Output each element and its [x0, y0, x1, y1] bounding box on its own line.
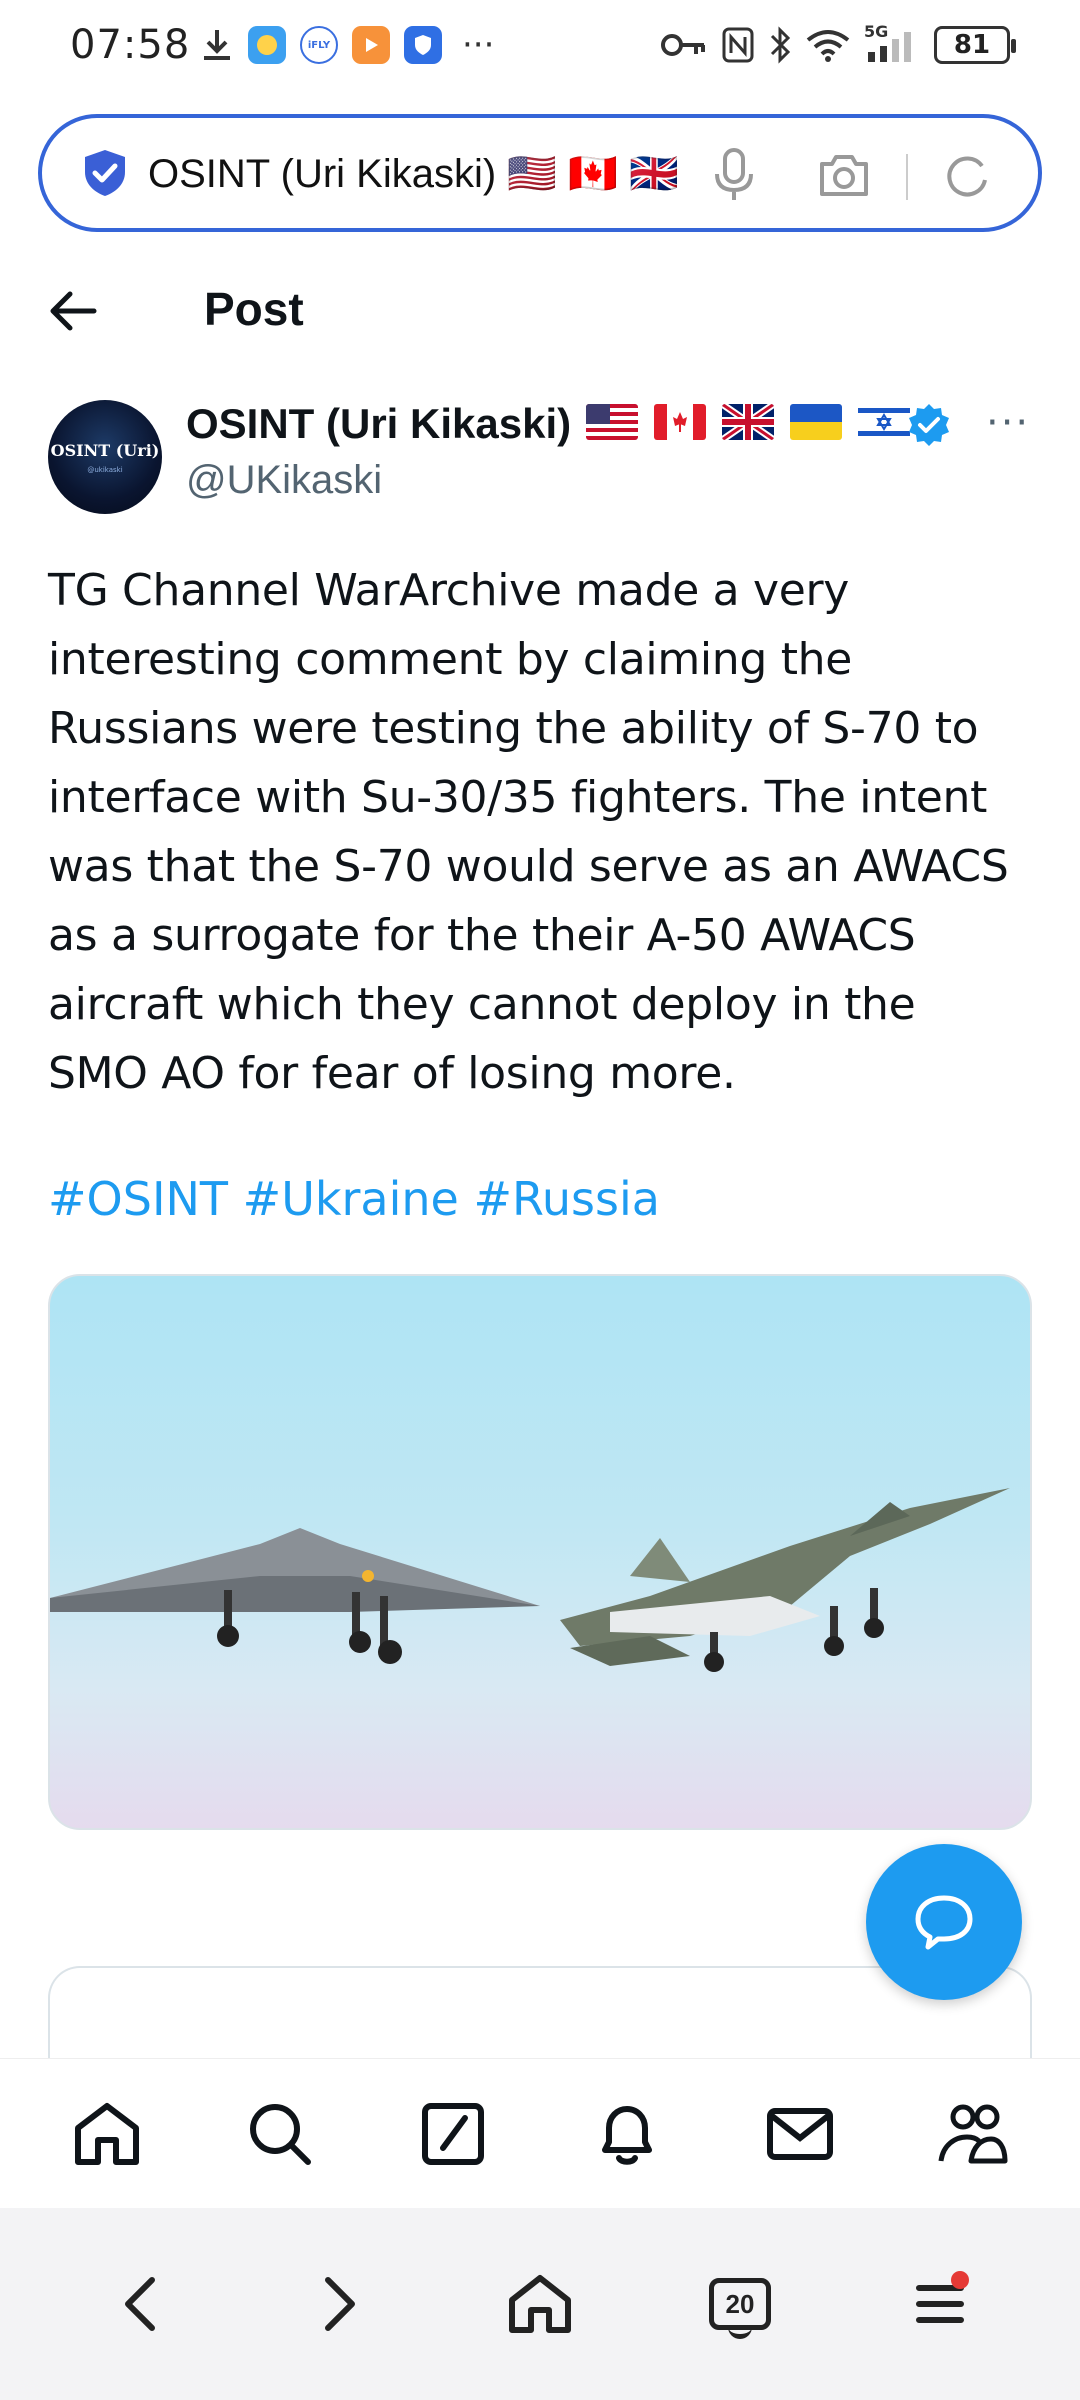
- browser-home-button[interactable]: [485, 2249, 595, 2359]
- tab-notifications[interactable]: [577, 2084, 677, 2184]
- tab-messages[interactable]: [750, 2084, 850, 2184]
- post-line: Russians were testing the ability of S-7…: [48, 703, 979, 754]
- search-icon: [249, 2103, 311, 2165]
- envelope-icon: [766, 2107, 833, 2160]
- avatar[interactable]: OSINT (Uri) @ukikaski: [48, 400, 162, 514]
- tab-grok[interactable]: [403, 2084, 503, 2184]
- wifi-icon: [806, 30, 850, 62]
- drone-silhouette: [50, 1528, 540, 1664]
- compose-reply-button[interactable]: [866, 1844, 1022, 2000]
- browser-tabs-button[interactable]: 20: [685, 2249, 795, 2359]
- verified-badge-icon: [909, 404, 949, 446]
- uk-flag-icon: [722, 404, 774, 440]
- weather-app-icon: [248, 26, 286, 64]
- status-time: 07:58: [70, 22, 191, 68]
- browser-forward-button[interactable]: [285, 2249, 395, 2359]
- address-text[interactable]: OSINT (Uri Kikaski) 🇺🇸 🇨🇦 🇬🇧: [148, 150, 728, 197]
- communities-icon: [938, 2104, 1008, 2163]
- post-image[interactable]: [48, 1274, 1032, 1830]
- bell-icon: [601, 2105, 652, 2165]
- fighter-jet-silhouette: [560, 1488, 1010, 1672]
- canada-flag-icon: [654, 404, 706, 440]
- chat-bubble-icon: [915, 1895, 973, 1950]
- play-app-icon: [352, 26, 390, 64]
- tab-search[interactable]: [230, 2084, 330, 2184]
- author-handle[interactable]: @UKikaski: [186, 458, 382, 503]
- post-line: interesting comment by claiming the: [48, 634, 853, 685]
- us-flag-icon: [586, 404, 638, 440]
- signal-bars-icon: [868, 32, 911, 62]
- post-line: SMO AO for fear of losing more.: [48, 1048, 736, 1099]
- post-line: interface with Su-30/35 fighters. The in…: [48, 772, 988, 823]
- avatar-sub-label: @ukikaski: [87, 465, 123, 474]
- camera-icon[interactable]: [818, 152, 870, 198]
- browser-menu-button[interactable]: [885, 2249, 995, 2359]
- chevron-left-icon: [125, 2277, 155, 2331]
- status-notification-icons: iFLY ···: [200, 26, 494, 64]
- more-notifications-icon: ···: [462, 25, 495, 65]
- browser-back-button[interactable]: [85, 2249, 195, 2359]
- shield-app-icon: [404, 26, 442, 64]
- address-divider: [906, 154, 908, 200]
- nfc-icon: [722, 27, 754, 63]
- download-icon: [204, 30, 230, 60]
- avatar-label: OSINT (Uri): [50, 440, 160, 460]
- ifly-app-icon: iFLY: [300, 26, 338, 64]
- address-bar[interactable]: OSINT (Uri Kikaski) 🇺🇸 🇨🇦 🇬🇧: [38, 114, 1042, 232]
- post-line: aircraft which they cannot deploy in the: [48, 979, 916, 1030]
- tabs-icon: 20: [709, 2278, 771, 2339]
- author-name[interactable]: OSINT (Uri Kikaski): [186, 400, 571, 448]
- status-bar: 07:58 iFLY ··· 5G 81: [0, 0, 1080, 100]
- page-title: Post: [204, 283, 304, 335]
- hashtags[interactable]: #OSINT #Ukraine #Russia: [48, 1172, 660, 1226]
- tabs-count: 20: [725, 2288, 755, 2319]
- more-options-icon[interactable]: ···: [986, 400, 1030, 446]
- back-arrow-icon[interactable]: [48, 288, 98, 334]
- post-line: as a surrogate for the their A-50 AWACS: [48, 910, 916, 961]
- chevron-right-icon: [325, 2277, 355, 2331]
- post-header: Post: [0, 262, 1080, 362]
- post-line: was that the S-70 would serve as an AWAC…: [48, 841, 1009, 892]
- key-icon: [661, 34, 705, 56]
- tab-home[interactable]: [57, 2084, 157, 2184]
- post-line: TG Channel WarArchive made a very: [48, 565, 850, 616]
- aircraft-photo: [50, 1488, 1010, 1672]
- home-icon: [509, 2275, 571, 2333]
- tab-communities[interactable]: [923, 2084, 1023, 2184]
- battery-indicator: 81: [934, 26, 1016, 64]
- israel-flag-icon: [858, 404, 910, 440]
- reload-icon[interactable]: [942, 152, 992, 202]
- microphone-icon[interactable]: [712, 148, 756, 204]
- app-tab-bar: [0, 2058, 1080, 2208]
- grok-icon: [422, 2102, 485, 2165]
- post-body: TG Channel WarArchive made a very intere…: [48, 556, 1038, 1108]
- shield-check-icon: [85, 150, 125, 196]
- home-icon: [74, 2102, 139, 2165]
- menu-notification-dot: [951, 2271, 969, 2289]
- bluetooth-icon: [770, 26, 791, 64]
- signal-indicator: 5G: [864, 22, 920, 64]
- author-flags: [586, 404, 910, 440]
- status-system-icons: 5G 81: [660, 22, 1016, 64]
- browser-nav-bar: 20: [0, 2208, 1080, 2400]
- ukraine-flag-icon: [790, 404, 842, 440]
